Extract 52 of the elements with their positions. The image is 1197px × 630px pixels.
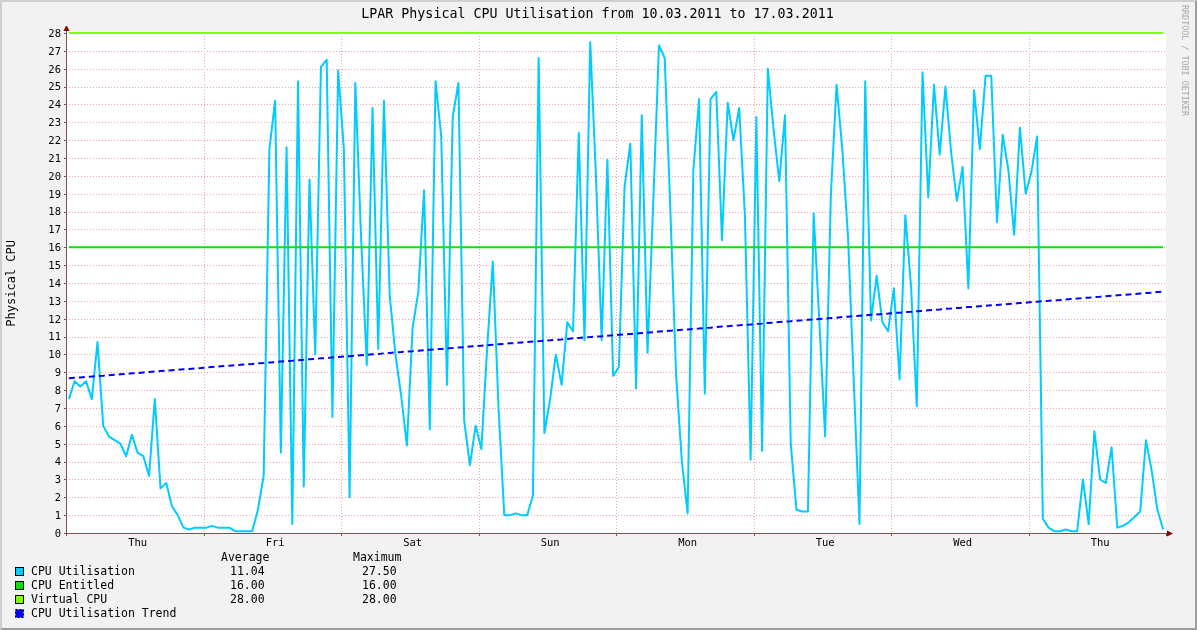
- y-tick-label: 1: [54, 508, 61, 521]
- legend-header: Average: [221, 550, 270, 564]
- y-tick-label: 9: [54, 366, 61, 379]
- legend-label: Virtual CPU: [31, 592, 108, 606]
- y-tick-label: 5: [54, 437, 61, 450]
- y-tick-label: 15: [48, 258, 61, 271]
- y-axis-title: Physical CPU: [4, 239, 18, 327]
- y-tick-label: 24: [48, 98, 61, 111]
- y-tick-label: 12: [48, 312, 61, 325]
- legend-value: 11.04: [230, 564, 265, 578]
- y-tick-label: 26: [48, 62, 61, 75]
- y-tick-label: 19: [48, 187, 61, 200]
- legend-label: CPU Entitled: [31, 578, 115, 592]
- y-tick-label: 7: [54, 401, 61, 414]
- legend-header: Maximum: [353, 550, 402, 564]
- x-tick-label: Thu: [1090, 536, 1110, 548]
- legend-value: 28.00: [362, 592, 397, 606]
- x-tick-label: Sun: [540, 536, 560, 548]
- y-tick-label: 4: [54, 455, 61, 468]
- y-tick-label: 27: [48, 44, 61, 57]
- y-tick-label: 22: [48, 133, 61, 146]
- legend-value: 27.50: [362, 564, 397, 578]
- x-tick-label: Tue: [815, 536, 835, 548]
- legend-value: 16.00: [362, 578, 397, 592]
- y-tick-label: 20: [48, 169, 61, 182]
- y-tick-label: 6: [54, 419, 61, 432]
- y-tick-label: 0: [54, 526, 61, 539]
- x-tick-label: Wed: [953, 536, 973, 548]
- y-tick-label: 18: [48, 205, 61, 218]
- x-tick-label: Thu: [128, 536, 148, 548]
- y-tick-label: 25: [48, 80, 61, 93]
- credit-text: RRDTOOL / TOBI OETIKER: [1180, 5, 1190, 116]
- y-tick-label: 14: [48, 276, 61, 289]
- y-tick-label: 28: [48, 26, 61, 39]
- legend-value: 28.00: [230, 592, 265, 606]
- y-tick-label: 11: [48, 330, 61, 343]
- y-tick-label: 21: [48, 151, 61, 164]
- y-tick-label: 23: [48, 116, 61, 129]
- y-tick-label: 17: [48, 223, 61, 236]
- x-tick-label: Fri: [265, 536, 285, 548]
- y-tick-label: 2: [54, 491, 61, 504]
- y-tick-label: 16: [48, 241, 61, 254]
- y-tick-label: 10: [48, 348, 61, 361]
- y-tick-label: 8: [54, 383, 61, 396]
- legend-value: 16.00: [230, 578, 265, 592]
- x-tick-label: Mon: [678, 536, 698, 548]
- legend-label: CPU Utilisation Trend: [31, 606, 177, 620]
- legend-label: CPU Utilisation: [31, 564, 135, 578]
- y-tick-label: 13: [48, 294, 61, 307]
- chart-title: LPAR Physical CPU Utilisation from 10.03.2011 to 17.03.2011: [361, 6, 834, 22]
- x-tick-label: Sat: [403, 536, 423, 548]
- y-tick-label: 3: [54, 473, 61, 486]
